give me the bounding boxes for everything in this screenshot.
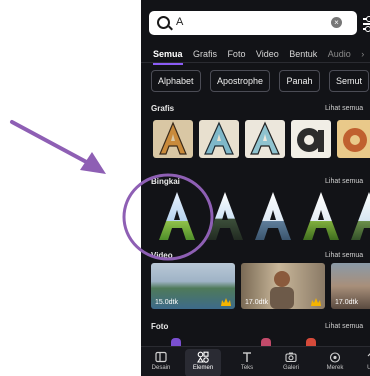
crown-icon	[311, 298, 321, 306]
chevron-right-icon[interactable]: ›	[361, 49, 364, 63]
tab-bentuk[interactable]: Bentuk	[289, 49, 317, 63]
video-item[interactable]: 17.0dtk	[241, 263, 325, 309]
design-icon	[155, 351, 167, 363]
bingkai-item[interactable]	[297, 188, 345, 244]
suggestion-chips: Alphabet Apostrophe Panah Semut	[151, 70, 370, 92]
chip-semut[interactable]: Semut	[328, 70, 369, 92]
annotation-circle	[122, 173, 214, 261]
foto-thumb[interactable]	[261, 338, 271, 346]
tab-grafis[interactable]: Grafis	[193, 49, 217, 63]
chip-panah[interactable]: Panah	[279, 70, 320, 92]
search-input[interactable]: A	[176, 16, 183, 28]
upload-icon	[367, 353, 370, 357]
grafis-item[interactable]	[289, 116, 333, 160]
clear-icon[interactable]: ×	[331, 17, 342, 28]
person-figure	[270, 271, 294, 309]
grafis-item[interactable]	[197, 116, 241, 160]
see-all-grafis[interactable]: Lihat semua	[325, 105, 363, 112]
search-icon	[157, 16, 170, 29]
nav-upload[interactable]: Un	[353, 351, 370, 371]
grafis-item[interactable]	[243, 116, 287, 160]
nav-merek[interactable]: Merek	[317, 351, 353, 371]
see-all-video[interactable]: Lihat semua	[325, 252, 363, 259]
chip-apostrophe[interactable]: Apostrophe	[209, 70, 271, 92]
tab-video[interactable]: Video	[256, 49, 279, 63]
bottom-nav: Desain Elemen Teks Galeri Merek Un	[141, 346, 370, 376]
search-bar[interactable]: A ×	[149, 11, 357, 35]
tab-audio[interactable]: Audio	[328, 49, 351, 63]
chip-alphabet[interactable]: Alphabet	[151, 70, 201, 92]
grafis-item[interactable]	[151, 116, 195, 160]
annotation-arrow	[10, 120, 106, 174]
nav-galeri[interactable]: Galeri	[273, 351, 309, 371]
nav-elemen[interactable]: Elemen	[185, 349, 221, 376]
see-all-foto[interactable]: Lihat semua	[325, 323, 363, 330]
grafis-item[interactable]	[335, 116, 370, 160]
divider	[141, 62, 370, 63]
camera-icon	[285, 352, 297, 363]
filter-icon[interactable]	[358, 11, 370, 35]
foto-thumb[interactable]	[306, 338, 316, 346]
nav-teks[interactable]: Teks	[229, 351, 265, 371]
crown-icon	[221, 298, 231, 306]
bingkai-item[interactable]	[249, 188, 297, 244]
elements-icon	[197, 351, 209, 363]
section-title-foto: Foto	[151, 322, 169, 331]
foto-thumb[interactable]	[171, 338, 181, 346]
bingkai-item[interactable]	[345, 188, 370, 244]
nav-desain[interactable]: Desain	[143, 351, 179, 371]
video-duration: 17.0dtk	[335, 299, 358, 306]
video-duration: 17.0dtk	[245, 299, 268, 306]
see-all-bingkai[interactable]: Lihat semua	[325, 178, 363, 185]
section-title-grafis: Grafis	[151, 104, 175, 113]
video-item[interactable]: 17.0dtk	[331, 263, 370, 309]
text-icon	[243, 352, 251, 362]
video-duration: 15.0dtk	[155, 299, 178, 306]
tab-foto[interactable]: Foto	[227, 49, 245, 63]
brand-icon	[329, 352, 341, 363]
